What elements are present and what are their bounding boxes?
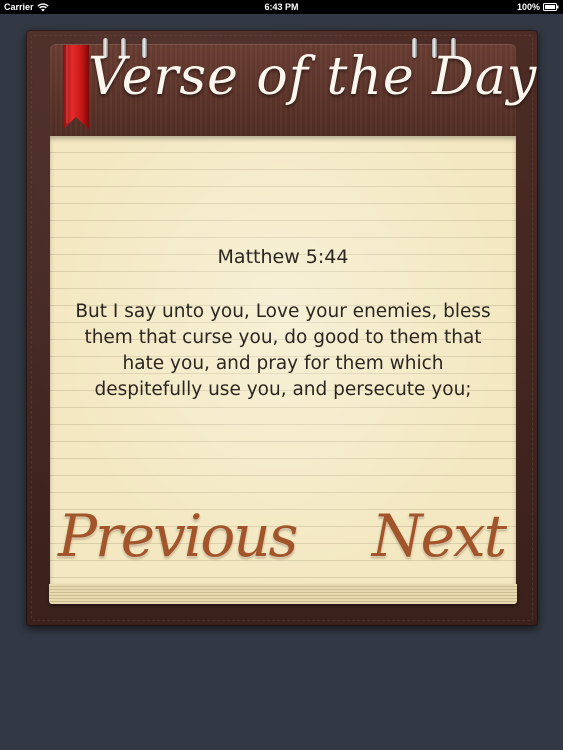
next-button[interactable]: Next [372,500,507,572]
battery-icon [543,3,559,11]
clock: 6:43 PM [264,2,299,12]
verse-reference: Matthew 5:44 [217,246,349,268]
bookmark-ribbon-icon [63,45,89,129]
previous-button[interactable]: Previous [58,500,298,572]
paper-stack-edges [49,584,517,604]
status-bar: Carrier 6:43 PM 100% [0,0,563,14]
verse-text: But I say unto you, Love your enemies, b… [75,301,491,400]
status-right: 100% [517,0,559,14]
app-title: Verse of the Day [88,47,538,107]
battery-percent: 100% [516,2,540,12]
